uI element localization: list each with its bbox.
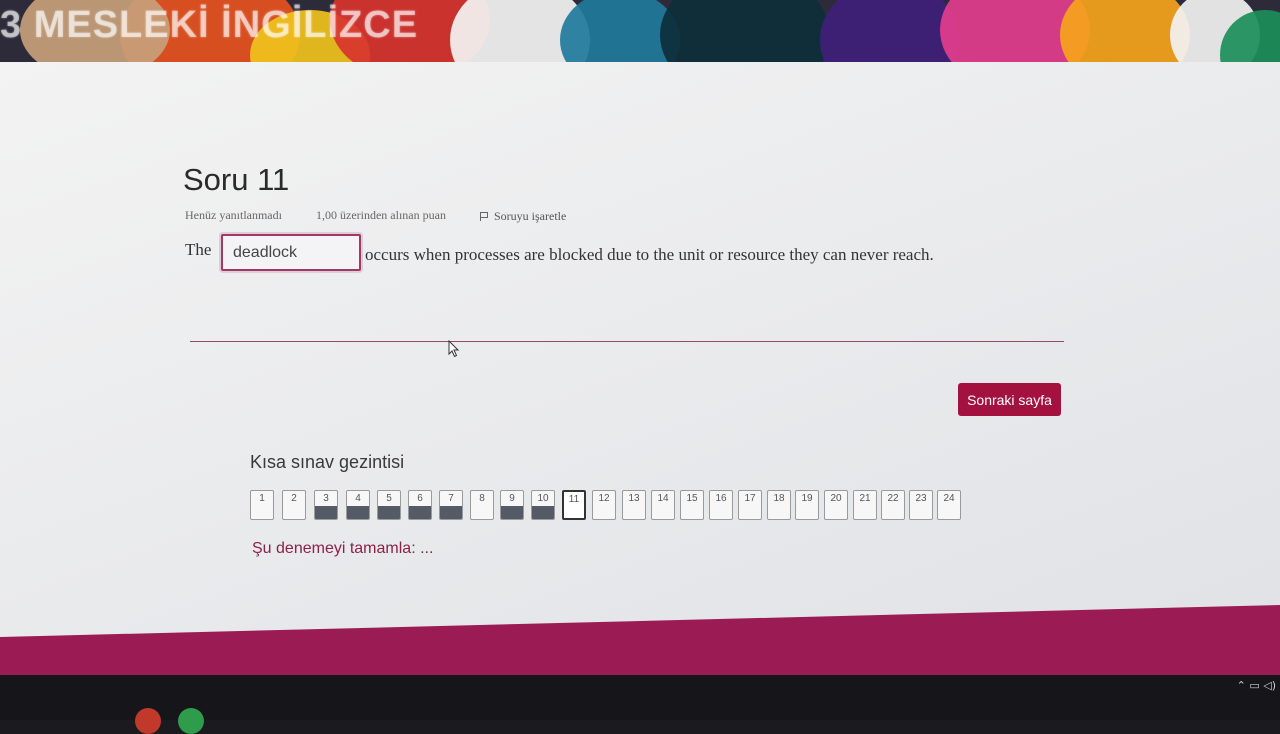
quiz-nav-button[interactable]: 24 <box>937 490 961 520</box>
quiz-nav-button-label: 3 <box>323 493 329 504</box>
mouse-cursor-icon <box>448 340 460 358</box>
quiz-nav-button-label: 16 <box>715 493 727 504</box>
quiz-nav-button-label: 2 <box>291 493 297 504</box>
answered-indicator <box>440 506 462 519</box>
answered-indicator <box>409 506 431 519</box>
quiz-nav-button-label: 8 <box>479 493 485 504</box>
quiz-nav-button-label: 10 <box>537 493 549 504</box>
quiz-nav-button[interactable]: 23 <box>909 490 933 520</box>
quiz-nav-button-label: 4 <box>355 493 361 504</box>
quiz-nav-button-label: 20 <box>830 493 842 504</box>
next-page-button[interactable]: Sonraki sayfa <box>958 383 1061 416</box>
taskbar-app-icon[interactable] <box>135 708 161 734</box>
answered-indicator <box>532 506 554 519</box>
quiz-nav-button[interactable]: 4 <box>346 490 370 520</box>
answer-input[interactable] <box>221 234 361 271</box>
quiz-nav-button-label: 7 <box>448 493 454 504</box>
quiz-nav-buttons: 1 2 3 4 5 6 7 8 9 10 11 12 13 14 15 16 17 18 19 20 21 22 23 24 <box>250 490 970 530</box>
quiz-nav-button[interactable]: 10 <box>531 490 555 520</box>
quiz-nav-button-label: 24 <box>943 493 955 504</box>
quiz-nav-button[interactable]: 6 <box>408 490 432 520</box>
quiz-nav-button[interactable]: 3 <box>314 490 338 520</box>
system-tray-icons[interactable]: ⌃ ▭ ◁) <box>1237 679 1276 692</box>
quiz-nav-button-label: 1 <box>259 493 265 504</box>
quiz-nav-button-label: 5 <box>386 493 392 504</box>
quiz-nav-button[interactable]: 21 <box>853 490 877 520</box>
quiz-nav-button[interactable]: 20 <box>824 490 848 520</box>
question-title: Soru 11 <box>183 162 290 197</box>
quiz-nav-button[interactable]: 9 <box>500 490 524 520</box>
quiz-nav-button[interactable]: 1 <box>250 490 274 520</box>
banner-title: 3 MESLEKİ İNGİLİZCE <box>0 4 419 46</box>
quiz-nav-button-label: 18 <box>773 493 785 504</box>
quiz-nav-button[interactable]: 15 <box>680 490 704 520</box>
quiz-nav-button[interactable]: 16 <box>709 490 733 520</box>
quiz-nav-button[interactable]: 17 <box>738 490 762 520</box>
quiz-nav-button[interactable]: 11 <box>562 490 586 520</box>
quiz-nav-button-label: 14 <box>657 493 669 504</box>
quiz-nav-button-label: 6 <box>417 493 423 504</box>
divider <box>190 341 1064 342</box>
flag-question-link[interactable]: Soruyu işaretle <box>480 209 566 224</box>
taskbar-app-icon[interactable] <box>178 708 204 734</box>
question-text-before: The <box>185 240 212 259</box>
answered-indicator <box>378 506 400 519</box>
quiz-nav-button[interactable]: 14 <box>651 490 675 520</box>
quiz-nav-button-label: 13 <box>628 493 640 504</box>
quiz-page: Soru 11 Henüz yanıtlanmadı 1,00 üzerinde… <box>0 62 1280 637</box>
quiz-nav-button-label: 22 <box>887 493 899 504</box>
quiz-nav-button[interactable]: 22 <box>881 490 905 520</box>
quiz-nav-button[interactable]: 5 <box>377 490 401 520</box>
quiz-nav-button[interactable]: 7 <box>439 490 463 520</box>
quiz-nav-button-label: 15 <box>686 493 698 504</box>
quiz-nav-button-label: 21 <box>859 493 871 504</box>
question-points: 1,00 üzerinden alınan puan <box>316 208 446 222</box>
quiz-nav-button-label: 17 <box>744 493 756 504</box>
quiz-nav-button-label: 19 <box>801 493 813 504</box>
quiz-nav-button[interactable]: 8 <box>470 490 494 520</box>
quiz-nav-button-label: 11 <box>568 494 580 505</box>
quiz-nav-button[interactable]: 13 <box>622 490 646 520</box>
quiz-nav-button[interactable]: 18 <box>767 490 791 520</box>
quiz-nav-button-label: 12 <box>598 493 610 504</box>
quiz-nav-button-label: 23 <box>915 493 927 504</box>
quiz-nav-button[interactable]: 19 <box>795 490 819 520</box>
flag-icon <box>480 212 488 221</box>
quiz-nav-title: Kısa sınav gezintisi <box>250 452 405 472</box>
question-text-after: occurs when processes are blocked due to… <box>365 245 934 264</box>
answered-indicator <box>347 506 369 519</box>
quiz-nav-button[interactable]: 2 <box>282 490 306 520</box>
answered-indicator <box>315 506 337 519</box>
flag-question-label: Soruyu işaretle <box>494 209 567 223</box>
answered-indicator <box>501 506 523 519</box>
question-status: Henüz yanıtlanmadı <box>185 208 282 222</box>
quiz-nav-button-label: 9 <box>509 493 515 504</box>
quiz-nav-button[interactable]: 12 <box>592 490 616 520</box>
finish-attempt-link[interactable]: Şu denemeyi tamamla: ... <box>252 540 433 558</box>
